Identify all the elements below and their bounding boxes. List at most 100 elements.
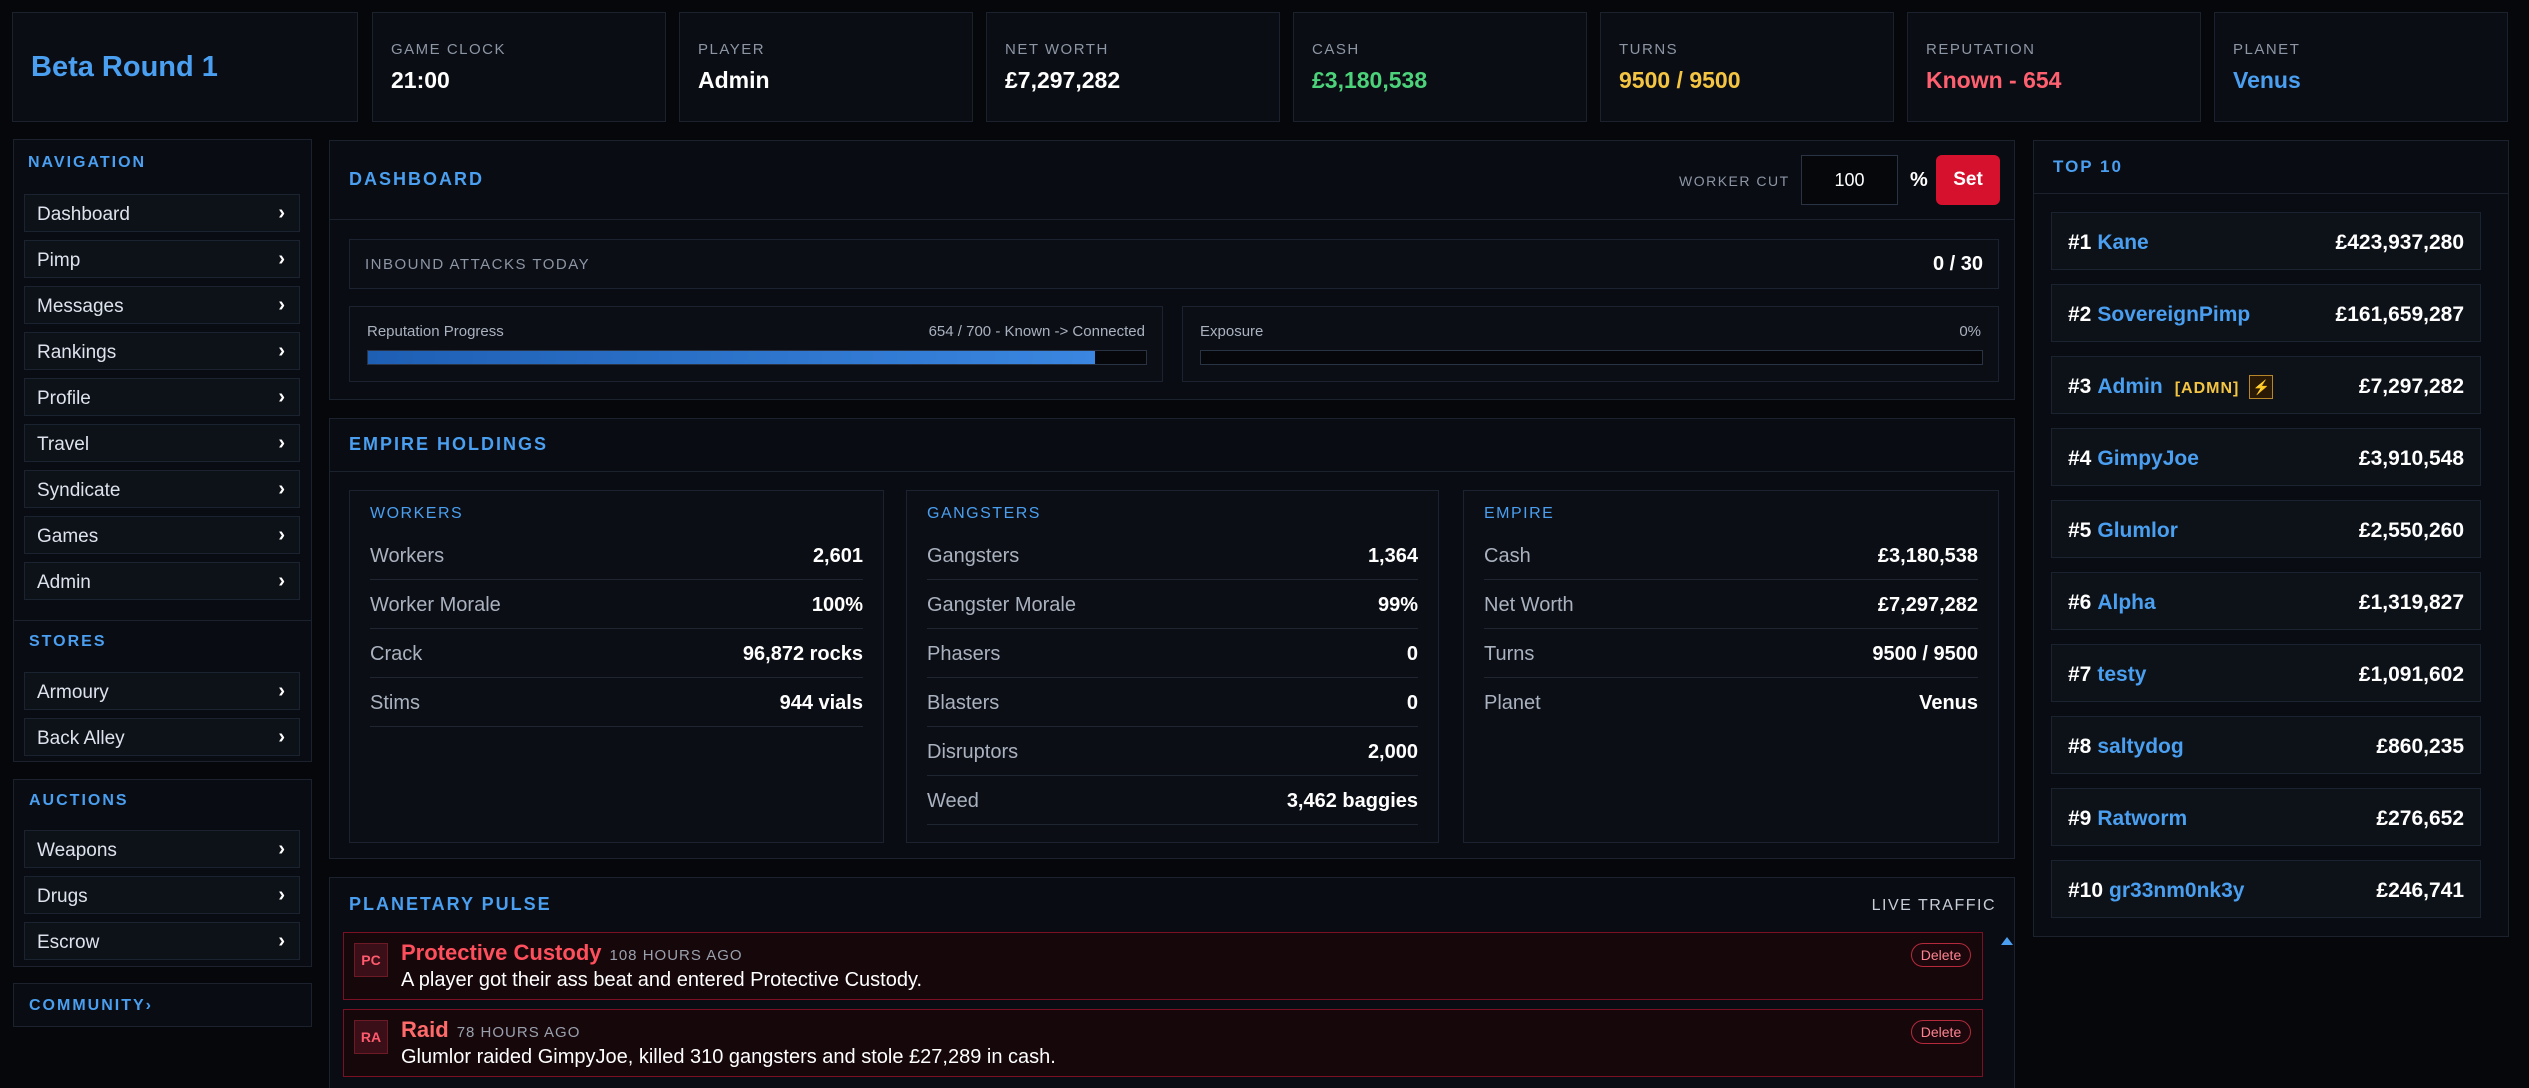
scroll-up-icon[interactable] <box>2001 937 2013 945</box>
top10-value: £2,550,260 <box>2358 519 2464 542</box>
top10-rank: #8 saltydog <box>2068 735 2184 759</box>
top10-player-link[interactable]: Kane <box>2097 231 2148 254</box>
stat-val: 9500 / 9500 <box>1872 643 1978 665</box>
stat-row: Phasers 0 <box>927 629 1418 678</box>
chevron-right-icon: › <box>278 680 285 702</box>
top10-player-link[interactable]: GimpyJoe <box>2097 447 2199 470</box>
workers-box: WORKERS Workers 2,601 Worker Morale 100% C… <box>349 490 884 843</box>
top10-item[interactable]: #5 Glumlor £2,550,260 <box>2051 500 2481 558</box>
auctions-panel: AUCTIONS Weapons › Drugs › Escrow › <box>13 779 312 967</box>
top10-value: £423,937,280 <box>2335 231 2464 254</box>
stat-row: Workers 2,601 <box>370 531 863 580</box>
nav-item-travel[interactable]: Travel › <box>24 424 300 462</box>
stat-row: Stims 944 vials <box>370 678 863 727</box>
delete-button[interactable]: Delete <box>1911 943 1971 967</box>
top10-item[interactable]: #7 testy £1,091,602 <box>2051 644 2481 702</box>
chevron-right-icon: › <box>278 524 285 546</box>
nav-item-armoury[interactable]: Armoury › <box>24 672 300 710</box>
top10-rank-number: #4 <box>2068 447 2092 470</box>
top10-player-link[interactable]: saltydog <box>2097 735 2183 758</box>
nav-item-admin[interactable]: Admin › <box>24 562 300 600</box>
nav-item-weapons[interactable]: Weapons › <box>24 830 300 868</box>
stat-row: Crack 96,872 rocks <box>370 629 863 678</box>
top10-player-link[interactable]: gr33nm0nk3y <box>2109 879 2244 902</box>
chevron-right-icon: › <box>278 570 285 592</box>
top10-item[interactable]: #4 GimpyJoe £3,910,548 <box>2051 428 2481 486</box>
chevron-right-icon: › <box>278 930 285 952</box>
stat-key: Disruptors <box>927 741 1019 763</box>
top10-value: £1,319,827 <box>2358 591 2464 614</box>
top10-rank-number: #2 <box>2068 303 2092 326</box>
nav-item-rankings[interactable]: Rankings › <box>24 332 300 370</box>
top10-item[interactable]: #3 Admin [ADMN] ⚡ £7,297,282 <box>2051 356 2481 414</box>
top10-player-link[interactable]: Ratworm <box>2097 807 2187 830</box>
pulse-item-time: 108 HOURS AGO <box>609 947 743 964</box>
pulse-item-title: Protective Custody 108 HOURS AGO <box>401 940 743 966</box>
gangsters-title: GANGSTERS <box>927 505 1041 522</box>
top10-rank-number: #5 <box>2068 519 2092 542</box>
top10-value: £860,235 <box>2376 735 2464 758</box>
pulse-item: RA Raid 78 HOURS AGO Glumlor raided Gimpy… <box>343 1009 1983 1077</box>
navigation-title: NAVIGATION <box>28 154 147 171</box>
chevron-right-icon: › <box>278 432 285 454</box>
stat-val: 3,462 baggies <box>1286 790 1418 812</box>
nav-item-label: Messages <box>37 296 124 317</box>
nav-item-escrow[interactable]: Escrow › <box>24 922 300 960</box>
gangsters-box: GANGSTERS Gangsters 1,364 Gangster Morale… <box>906 490 1439 843</box>
top10-rank-number: #6 <box>2068 591 2092 614</box>
stat-label: NET WORTH <box>1005 41 1109 58</box>
top10-player-link[interactable]: Glumlor <box>2097 519 2178 542</box>
top10-value: £7,297,282 <box>2358 375 2464 398</box>
top10-item[interactable]: #1 Kane £423,937,280 <box>2051 212 2481 270</box>
stat-key: Stims <box>370 692 420 714</box>
nav-item-back-alley[interactable]: Back Alley › <box>24 718 300 756</box>
top10-rank: #7 testy <box>2068 663 2146 687</box>
top10-player-link[interactable]: Admin <box>2097 375 2162 398</box>
top10-title: TOP 10 <box>2053 157 2123 176</box>
community-link[interactable]: COMMUNITY› <box>29 997 153 1015</box>
nav-item-syndicate[interactable]: Syndicate › <box>24 470 300 508</box>
top10-item[interactable]: #10 gr33nm0nk3y £246,741 <box>2051 860 2481 918</box>
stat-value: Venus <box>2233 67 2301 93</box>
stat-val: 0 <box>1406 643 1418 665</box>
top10-item[interactable]: #8 saltydog £860,235 <box>2051 716 2481 774</box>
nav-item-games[interactable]: Games › <box>24 516 300 554</box>
top10-item[interactable]: #9 Ratworm £276,652 <box>2051 788 2481 846</box>
workers-title: WORKERS <box>370 505 464 522</box>
planetary-pulse-title: PLANETARY PULSE <box>349 894 552 914</box>
top10-player-link[interactable]: Alpha <box>2097 591 2155 614</box>
nav-item-messages[interactable]: Messages › <box>24 286 300 324</box>
stat-row: Disruptors 2,000 <box>927 727 1418 776</box>
top10-rank: #1 Kane <box>2068 231 2149 255</box>
top10-rank-number: #3 <box>2068 375 2092 398</box>
empire-holdings-title: EMPIRE HOLDINGS <box>349 434 549 454</box>
top10-item[interactable]: #2 SovereignPimp £161,659,287 <box>2051 284 2481 342</box>
top10-rank: #6 Alpha <box>2068 591 2156 615</box>
top10-rank-number: #8 <box>2068 735 2092 758</box>
delete-button[interactable]: Delete <box>1911 1020 1971 1044</box>
top10-player-link[interactable]: SovereignPimp <box>2097 303 2250 326</box>
stat-key: Gangsters <box>927 545 1020 567</box>
nav-item-label: Syndicate <box>37 480 121 501</box>
nav-item-label: Escrow <box>37 932 100 953</box>
nav-item-pimp[interactable]: Pimp › <box>24 240 300 278</box>
stat-net-worth: NET WORTH £7,297,282 <box>986 12 1280 122</box>
stat-value: £3,180,538 <box>1312 67 1428 93</box>
nav-item-label: Travel <box>37 434 90 455</box>
nav-item-label: Back Alley <box>37 728 125 749</box>
community-panel[interactable]: COMMUNITY› <box>13 983 312 1027</box>
top10-item[interactable]: #6 Alpha £1,319,827 <box>2051 572 2481 630</box>
stat-val: £7,297,282 <box>1877 594 1978 616</box>
stat-label: PLANET <box>2233 41 2301 58</box>
stat-key: Gangster Morale <box>927 594 1076 616</box>
nav-item-dashboard[interactable]: Dashboard › <box>24 194 300 232</box>
stat-key: Planet <box>1484 692 1541 714</box>
top10-panel: TOP 10 #1 Kane £423,937,280 #2 SovereignPimp… <box>2033 140 2509 937</box>
nav-item-drugs[interactable]: Drugs › <box>24 876 300 914</box>
planetary-pulse-panel: PLANETARY PULSE LIVE TRAFFIC PC Protecti… <box>329 877 2015 1088</box>
top10-player-link[interactable]: testy <box>2097 663 2146 686</box>
nav-item-profile[interactable]: Profile › <box>24 378 300 416</box>
stat-row: Weed 3,462 baggies <box>927 776 1418 825</box>
set-button[interactable]: Set <box>1936 155 2000 205</box>
worker-cut-input[interactable]: 100 <box>1801 155 1898 205</box>
